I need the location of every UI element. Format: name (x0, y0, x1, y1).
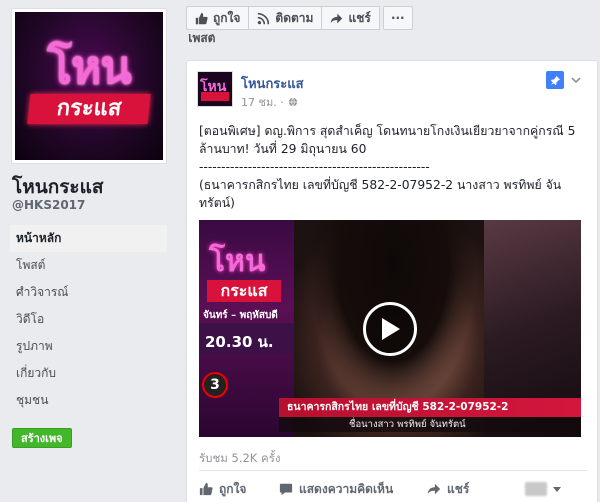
video-player[interactable]: โหน กระแส จันทร์ – พฤหัสบดี 20.30 น. 3 ธ… (199, 220, 581, 437)
thumbs-up-icon (195, 12, 208, 24)
post-share-button[interactable]: แชร์ (427, 480, 525, 499)
post-comment-button[interactable]: แสดงความคิดเห็น (279, 480, 427, 499)
share-arrow-icon (427, 483, 441, 495)
post-author-name[interactable]: โหนกระแส (241, 73, 304, 94)
comment-icon (279, 483, 293, 496)
post-comment-label: แสดงความคิดเห็น (299, 481, 394, 496)
post-author-avatar[interactable]: โหน (197, 71, 233, 107)
rss-icon (258, 12, 270, 24)
logo-text-top: โหน (47, 40, 131, 94)
nav-item-photos[interactable]: รูปภาพ (10, 333, 167, 360)
left-sidebar: โหน กระแส โหนกระแส @HKS2017 หน้าหลัก โพส… (0, 0, 178, 502)
post-timestamp[interactable]: 17 ชม. · (241, 93, 298, 111)
view-count[interactable]: รับชม 5.2K ครั้ง (199, 450, 281, 468)
chevron-down-icon (571, 77, 581, 84)
post-as-selector[interactable] (525, 482, 561, 496)
nav-item-community[interactable]: ชุมชน (10, 387, 167, 414)
page-navigation: หน้าหลัก โพสต์ ศำวิจารณ์ วิดีโอ รูปภาพ เ… (10, 225, 167, 414)
more-dots-icon: ··· (390, 11, 405, 25)
video-bank-banner: ธนาคารกสิกรไทย เลขที่บัญชี 582-2-07952-2 (279, 398, 581, 417)
section-title-posts: โพสต์ (186, 34, 216, 44)
post-like-label: ถูกใจ (219, 481, 247, 496)
nav-item-home[interactable]: หน้าหลัก (10, 225, 167, 252)
page-action-bar: ถูกใจ ติดตาม แชร์ ··· (186, 6, 413, 30)
page-share-label: แชร์ (348, 10, 371, 25)
post-card: โหน โหนกระแส 17 ชม. · [ตอนพิเศษ] ดญ.พิกา… (186, 60, 598, 502)
thumbs-up-icon (199, 482, 213, 496)
post-text-line: [ตอนพิเศษ] ดญ.พิการ สุดสำเค็ญ โดนทนายโกง… (199, 124, 580, 156)
dropdown-caret-icon (553, 487, 561, 492)
post-text-separator: ----------------------------------------… (199, 160, 430, 174)
page-like-button[interactable]: ถูกใจ (186, 6, 250, 30)
post-like-button[interactable]: ถูกใจ (199, 480, 279, 499)
video-logo-top: โหน (209, 244, 266, 279)
page-follow-label: ติดตาม (275, 10, 314, 25)
globe-icon (288, 97, 297, 107)
post-actions: ถูกใจ แสดงความคิดเห็น แชร์ (199, 477, 591, 501)
nav-item-videos[interactable]: วิดีโอ (10, 306, 167, 333)
nav-item-reviews[interactable]: ศำวิจารณ์ (10, 279, 167, 306)
post-text-line: (ธนาคารกสิกรไทย เลขที่บัญชี 582-2-07952-… (199, 178, 562, 210)
video-logo-bottom: กระแส (207, 280, 281, 302)
video-schedule-days: จันทร์ – พฤหัสบดี (203, 310, 278, 321)
logo-text-bottom: กระแส (27, 94, 151, 124)
nav-item-posts[interactable]: โพสต์ (10, 252, 167, 279)
actions-divider (199, 470, 587, 471)
avatar-logo-bar (201, 92, 229, 101)
page-handle[interactable]: @HKS2017 (12, 198, 85, 212)
play-icon (382, 318, 400, 340)
page-follow-button[interactable]: ติดตาม (248, 6, 323, 30)
nav-item-about[interactable]: เกี่ยวกับ (10, 360, 167, 387)
create-page-button[interactable]: สร้างเพจ (12, 428, 72, 448)
post-time-text: 17 ชม. · (241, 96, 284, 109)
profile-picture-frame[interactable]: โหน กระแส (11, 8, 167, 164)
play-button[interactable] (363, 302, 417, 356)
share-arrow-icon (331, 13, 343, 23)
pin-icon (550, 75, 560, 85)
video-schedule-time: 20.30 น. (205, 333, 274, 351)
channel-3-logo: 3 (202, 372, 228, 398)
actor-avatar (525, 482, 547, 496)
post-options-chevron[interactable] (570, 71, 584, 85)
post-body: [ตอนพิเศษ] ดญ.พิการ สุดสำเค็ญ โดนทนายโกง… (199, 122, 591, 212)
page-like-label: ถูกใจ (213, 10, 241, 25)
profile-picture: โหน กระแส (15, 12, 163, 160)
page-share-button[interactable]: แชร์ (321, 6, 380, 30)
more-options-button[interactable]: ··· (382, 6, 413, 30)
video-bank-subtitle: ชื่อนางสาว พรทิพย์ จันทรัตน์ (279, 417, 581, 432)
pin-post-button[interactable] (546, 71, 564, 89)
post-share-label: แชร์ (447, 481, 470, 496)
